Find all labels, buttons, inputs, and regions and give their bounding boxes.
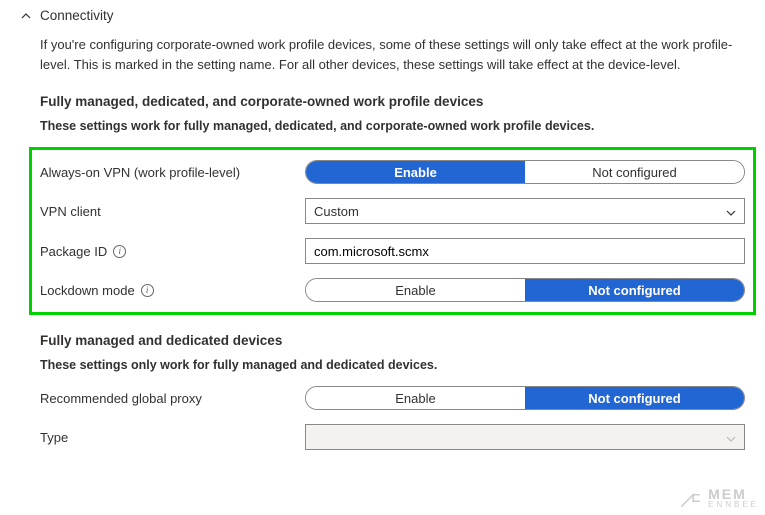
recommended-global-proxy-label: Recommended global proxy [40,391,202,406]
package-id-label: Package ID [40,244,107,259]
setting-package-id: Package ID i [40,238,745,264]
vpn-client-value: Custom [314,204,359,219]
info-icon[interactable]: i [113,245,126,258]
recommended-global-proxy-enable[interactable]: Enable [306,387,525,409]
lockdown-mode-toggle[interactable]: Enable Not configured [305,278,745,302]
group1-subdesc: These settings work for fully managed, d… [40,119,745,133]
type-label: Type [40,430,68,445]
info-icon[interactable]: i [141,284,154,297]
always-on-vpn-enable[interactable]: Enable [306,161,525,183]
lockdown-mode-label: Lockdown mode [40,283,135,298]
setting-always-on-vpn: Always-on VPN (work profile-level) Enabl… [40,160,745,184]
recommended-global-proxy-not-configured[interactable]: Not configured [525,387,744,409]
setting-vpn-client: VPN client Custom [40,198,745,224]
package-id-input[interactable] [305,238,745,264]
always-on-vpn-toggle[interactable]: Enable Not configured [305,160,745,184]
lockdown-mode-enable[interactable]: Enable [306,279,525,301]
section-toggle[interactable]: Connectivity [20,8,745,23]
group2-heading: Fully managed and dedicated devices [40,333,745,348]
group1-heading: Fully managed, dedicated, and corporate-… [40,94,745,109]
section-description: If you're configuring corporate-owned wo… [40,35,745,74]
chevron-up-icon [20,10,32,22]
recommended-global-proxy-toggle[interactable]: Enable Not configured [305,386,745,410]
highlighted-settings: Always-on VPN (work profile-level) Enabl… [29,147,756,315]
type-select [305,424,745,450]
setting-recommended-global-proxy: Recommended global proxy Enable Not conf… [40,386,745,410]
setting-type: Type [40,424,745,450]
vpn-client-select[interactable]: Custom [305,198,745,224]
lockdown-mode-not-configured[interactable]: Not configured [525,279,744,301]
section-title: Connectivity [40,8,114,23]
chevron-down-icon [726,206,736,216]
setting-lockdown-mode: Lockdown mode i Enable Not configured [40,278,745,302]
group2-subdesc: These settings only work for fully manag… [40,358,745,372]
vpn-client-label: VPN client [40,204,101,219]
always-on-vpn-label: Always-on VPN (work profile-level) [40,165,240,180]
always-on-vpn-not-configured[interactable]: Not configured [525,161,744,183]
watermark: MEMENNBEE [678,485,759,511]
chevron-down-icon [726,432,736,442]
